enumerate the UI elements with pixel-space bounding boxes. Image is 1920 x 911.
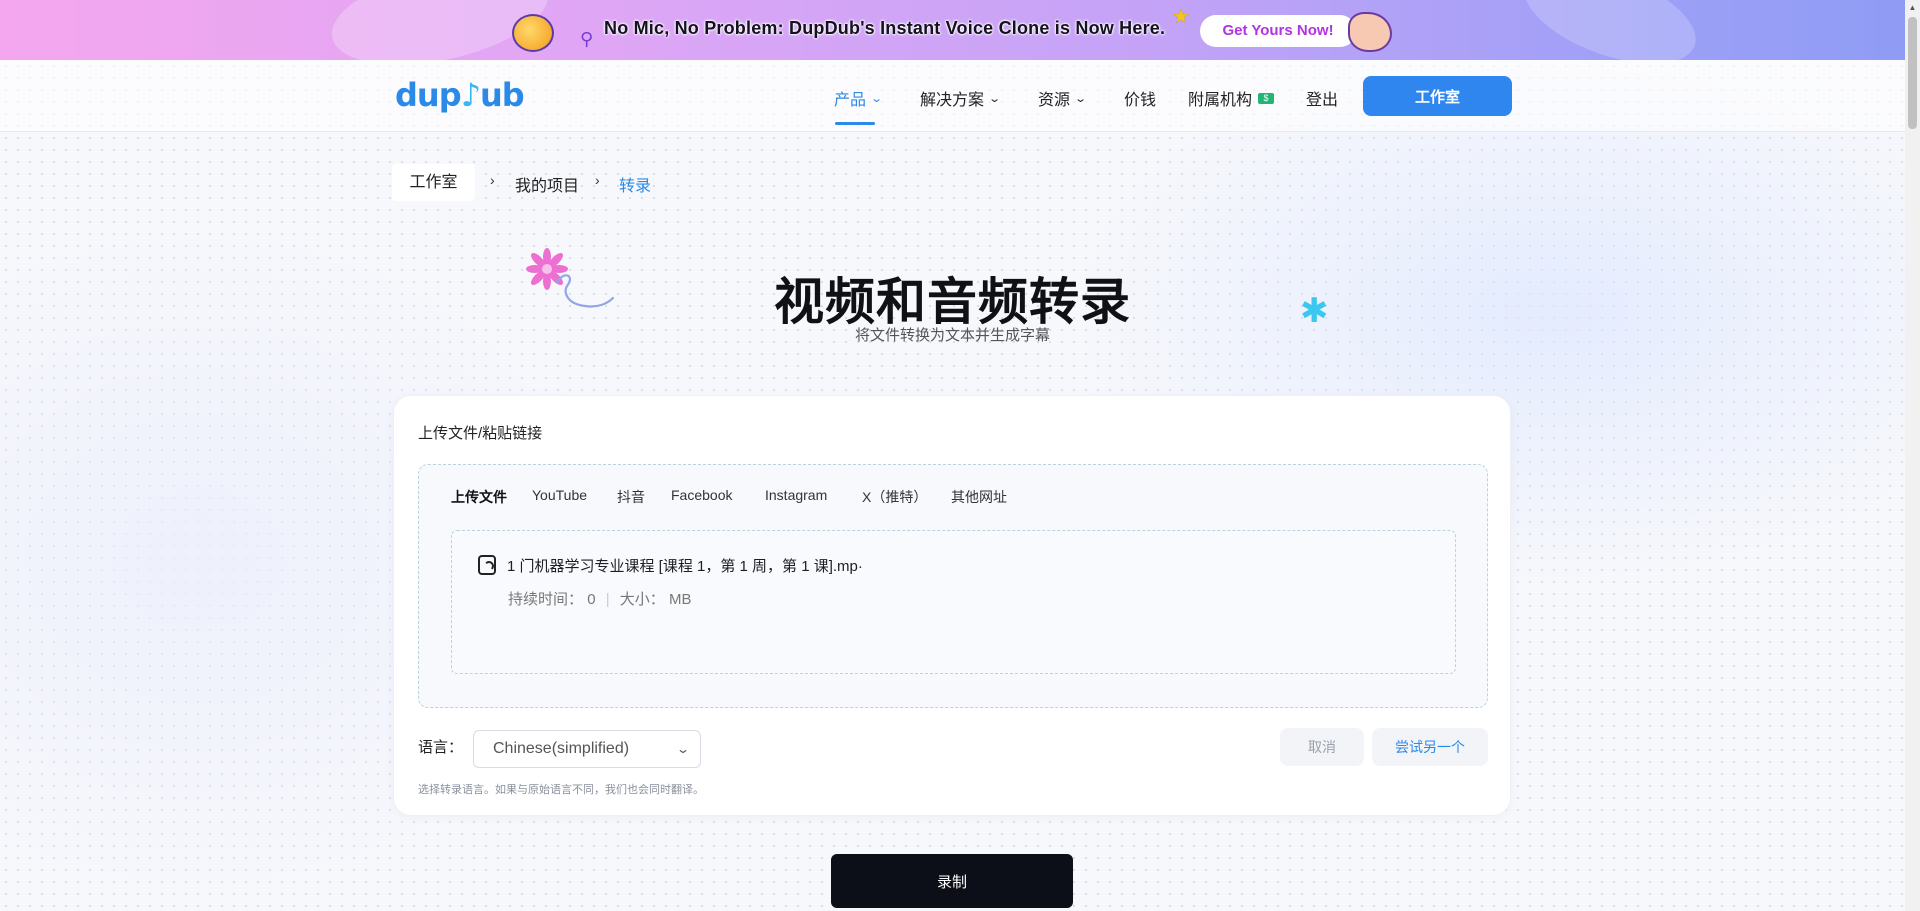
language-label: 语言：	[418, 739, 464, 756]
breadcrumb-separator: ›	[595, 172, 600, 188]
duration-label: 持续时间：	[508, 591, 584, 608]
chevron-down-icon: ⌄	[675, 742, 691, 756]
dupdub-logo[interactable]: dup♪ub	[395, 76, 525, 120]
upload-section-label: 上传文件/粘贴链接	[418, 425, 543, 442]
duration-value: 0	[587, 591, 596, 608]
get-yours-now-button[interactable]: Get Yours Now!	[1200, 15, 1356, 47]
studio-button[interactable]: 工作室	[1363, 76, 1512, 116]
nav-item-pricing[interactable]: 价钱	[1124, 86, 1156, 110]
chevron-down-icon: ⌄	[988, 92, 1002, 105]
tab-douyin[interactable]: 抖音	[617, 487, 645, 507]
tab-facebook[interactable]: Facebook	[671, 487, 732, 503]
nav-label: 附属机构	[1188, 92, 1253, 109]
banner-decoration	[1511, 0, 1709, 60]
nav-item-resources[interactable]: 资源 ⌄	[1038, 86, 1088, 110]
scroll-thumb[interactable]	[1908, 17, 1917, 129]
tab-other-url[interactable]: 其他网址	[951, 487, 1007, 507]
tab-instagram[interactable]: Instagram	[765, 487, 827, 503]
nav-label: 解决方案	[920, 92, 985, 109]
nav-label: 登出	[1306, 92, 1339, 109]
nav-item-affiliates[interactable]: 附属机构 $	[1188, 86, 1275, 110]
page-scrollbar[interactable]: ▲	[1905, 0, 1920, 911]
scroll-up-icon[interactable]: ▲	[1905, 0, 1920, 15]
language-value: Chinese(simplified)	[493, 740, 630, 757]
tab-x-twitter[interactable]: X（推特）	[862, 487, 927, 507]
language-select[interactable]: Chinese(simplified) ⌄	[473, 730, 701, 768]
promo-text: No Mic, No Problem: DupDub's Instant Voi…	[604, 18, 1166, 38]
breadcrumb-separator: ›	[490, 172, 495, 188]
tab-upload-file[interactable]: 上传文件	[451, 487, 507, 507]
cancel-button[interactable]: 取消	[1280, 728, 1364, 766]
tab-youtube[interactable]: YouTube	[532, 487, 587, 503]
nav-label: 产品	[834, 92, 867, 109]
nav-label: 价钱	[1124, 92, 1157, 109]
breadcrumb-my-projects[interactable]: 我的项目	[515, 172, 579, 196]
file-name: 1 门机器学习专业课程 [课程 1，第 1 周，第 1 课].mp·	[507, 558, 863, 575]
try-another-button[interactable]: 尝试另一个	[1372, 728, 1488, 766]
audio-file-icon	[478, 555, 496, 575]
site-header: dup♪ub 产品 ⌄ 解决方案 ⌄ 资源 ⌄ 价钱 附属机构 $ 登出 工作室	[0, 60, 1905, 132]
nav-label: 资源	[1038, 92, 1071, 109]
money-icon: $	[1258, 92, 1275, 104]
breadcrumb-transcribe: 转录	[619, 178, 652, 195]
size-value: MB	[668, 591, 692, 608]
promo-banner[interactable]: ⚲ No Mic, No Problem: DupDub's Instant V…	[0, 0, 1905, 60]
chevron-down-icon: ⌄	[1074, 92, 1088, 105]
language-hint: 选择转录语言。如果与原始语言不同，我们也会同时翻译。	[418, 784, 704, 796]
nav-item-solutions[interactable]: 解决方案 ⌄	[920, 86, 1002, 110]
meta-divider: |	[605, 591, 610, 608]
nav-item-logout[interactable]: 登出	[1306, 86, 1338, 110]
chevron-down-icon: ⌄	[870, 92, 884, 105]
record-button[interactable]: 录制	[831, 854, 1073, 908]
active-nav-indicator	[835, 122, 875, 125]
transcription-card: 上传文件/粘贴链接 上传文件 YouTube 抖音 Facebook Insta…	[393, 395, 1511, 816]
star-icon: ★	[1172, 6, 1190, 28]
size-label: 大小：	[619, 591, 665, 608]
page-subtitle: 将文件转换为文本并生成字幕	[854, 327, 1050, 344]
selected-file: 1 门机器学习专业课程 [课程 1，第 1 周，第 1 课].mp· 持续时间：…	[451, 530, 1456, 674]
mascot-icon	[512, 14, 554, 52]
file-meta: 持续时间： 0 | 大小： MB	[508, 588, 691, 609]
pointing-hand-icon	[1348, 12, 1392, 52]
nav-item-products[interactable]: 产品 ⌄	[834, 86, 884, 110]
upload-zone[interactable]: 上传文件 YouTube 抖音 Facebook Instagram X（推特）…	[418, 464, 1488, 708]
breadcrumb-home[interactable]: 工作室	[392, 164, 475, 201]
